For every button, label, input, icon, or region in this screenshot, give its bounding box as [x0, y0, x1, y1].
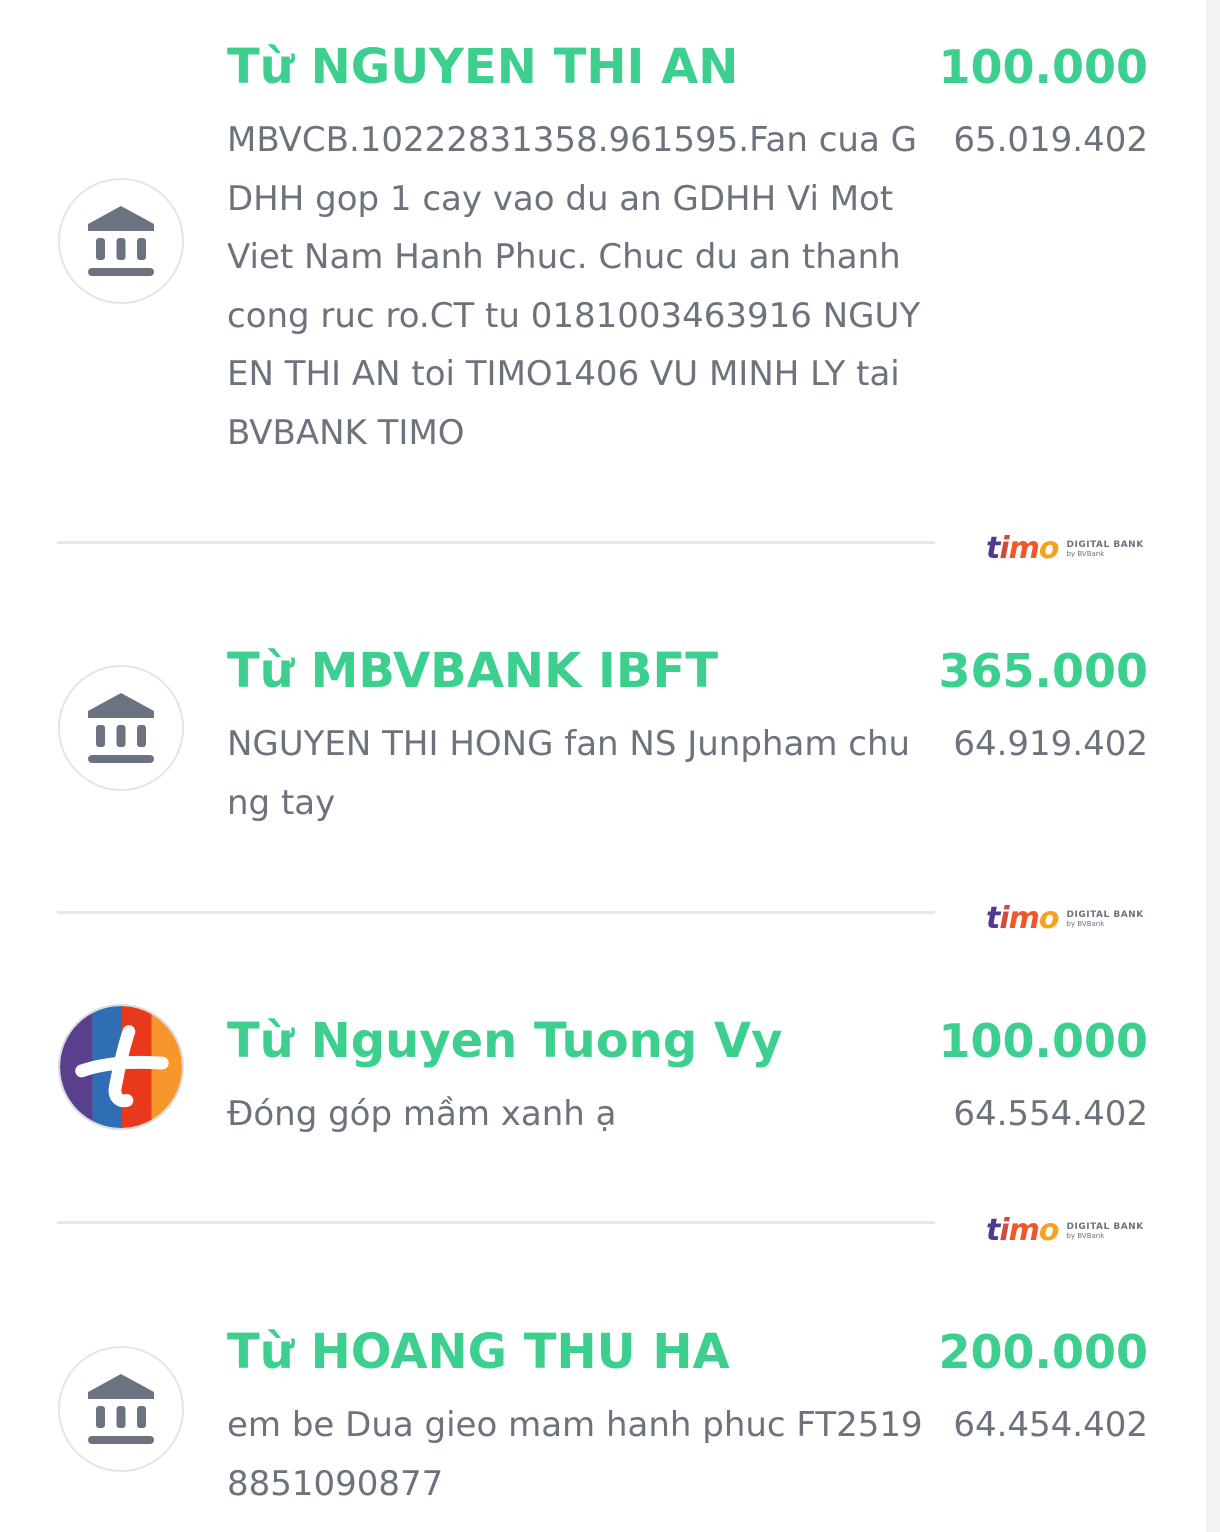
timo-logo: timo [986, 531, 1060, 566]
transaction-amount: 200.000 [938, 1325, 1148, 1379]
plus-app-icon [60, 1006, 182, 1128]
timo-logo: timo [986, 901, 1060, 936]
transaction-title: Từ NGUYEN THI AN [227, 39, 739, 95]
brand-tagline: DIGITAL BANK [1066, 1221, 1144, 1232]
transaction-amount: 100.000 [938, 1014, 1148, 1068]
transaction-title: Từ HOANG THU HA [227, 1324, 730, 1380]
transaction-title: Từ MBVBANK IBFT [227, 643, 718, 699]
bank-icon [88, 206, 154, 276]
transaction-row[interactable]: Từ Nguyen Tuong Vy 100.000 Đóng góp mầm … [0, 1004, 1206, 1159]
brand-sub: by BVBank [1066, 549, 1105, 558]
balance-after: 64.454.402 [953, 1405, 1148, 1445]
bank-icon [88, 1374, 154, 1444]
divider [57, 911, 935, 914]
brand-logo: timo DIGITAL BANK by BVBank [986, 531, 1156, 567]
transaction-description: em be Dua gieo mam hanh phuc FT251988510… [227, 1405, 923, 1504]
divider [57, 1221, 935, 1224]
transaction-title: Từ Nguyen Tuong Vy [227, 1013, 783, 1069]
scrollbar[interactable] [1206, 0, 1220, 1532]
transaction-amount: 365.000 [938, 644, 1148, 698]
transaction-row[interactable]: Từ MBVBANK IBFT 365.000 NGUYEN THI HONG … [0, 639, 1206, 839]
bank-icon [88, 693, 154, 763]
divider [57, 541, 935, 544]
timo-logo: timo [986, 1213, 1060, 1248]
transaction-description: MBVCB.10222831358.961595.Fan cua GDHH go… [227, 120, 921, 453]
transaction-amount: 100.000 [938, 40, 1148, 94]
transaction-row[interactable]: Từ HOANG THU HA 200.000 em be Dua gieo m… [0, 1320, 1206, 1532]
brand-logo: timo DIGITAL BANK by BVBank [986, 1213, 1156, 1249]
brand-sub: by BVBank [1066, 919, 1105, 928]
brand-sub: by BVBank [1066, 1231, 1105, 1240]
brand-tagline: DIGITAL BANK [1066, 539, 1144, 550]
balance-after: 64.554.402 [953, 1094, 1148, 1134]
brand-logo: timo DIGITAL BANK by BVBank [986, 901, 1156, 937]
balance-after: 65.019.402 [953, 120, 1148, 160]
transaction-description: NGUYEN THI HONG fan NS Junpham chung tay [227, 724, 911, 823]
brand-tagline: DIGITAL BANK [1066, 909, 1144, 920]
avatar [58, 1346, 184, 1472]
avatar [58, 178, 184, 304]
balance-after: 64.919.402 [953, 724, 1148, 764]
avatar [58, 1004, 184, 1130]
transaction-row[interactable]: Từ NGUYEN THI AN 100.000 MBVCB.102228313… [0, 35, 1206, 475]
transaction-description: Đóng góp mầm xanh ạ [227, 1094, 617, 1134]
avatar [58, 665, 184, 791]
